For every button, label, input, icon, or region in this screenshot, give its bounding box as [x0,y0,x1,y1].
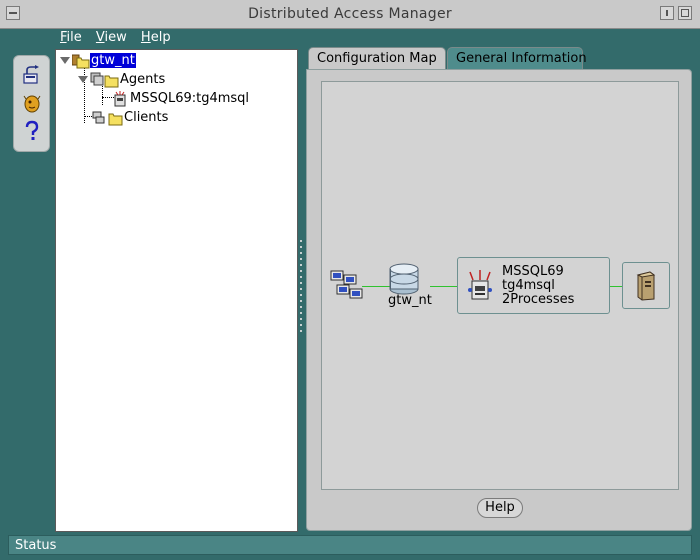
pane-splitter[interactable] [300,240,303,340]
gateway-node-label: gtw_nt [388,293,432,308]
connect-icon[interactable] [21,64,43,86]
agent-node-processes: 2Processes [502,292,575,307]
navigator-tree: gtw_nt Agents MSSQL69:tg4msql Clients [55,49,298,532]
connector-line [609,286,622,287]
agent-node-box[interactable]: MSSQL69 tg4msql 2Processes [457,257,610,314]
maximize-button[interactable] [678,6,692,20]
configuration-map-panel: gtw_nt MSSQL69 tg4msql 2Processes Help [306,69,692,531]
clients-node-icon[interactable] [330,269,364,303]
connector-line [362,286,390,287]
agent-icon [114,90,126,106]
agent-node-sid: tg4msql [502,278,555,293]
agent-node-icon [468,270,492,300]
status-bar: Status [8,535,692,555]
agent-node-name: MSSQL69 [502,264,564,279]
window-title: Distributed Access Manager [248,6,452,22]
tree-node-agents[interactable]: Agents [78,71,165,88]
help-button[interactable]: Help [477,498,523,518]
menu-view[interactable]: View [96,30,127,45]
collapse-toggle-icon[interactable] [60,57,70,64]
tree-node-agent-item[interactable]: MSSQL69:tg4msql [112,90,249,107]
tree-label-gateway: gtw_nt [90,53,136,68]
collapse-toggle-icon[interactable] [78,76,88,83]
agent-wizard-icon[interactable] [21,92,43,114]
agents-folder-icon [90,72,119,87]
tab-configuration-map[interactable]: Configuration Map [308,47,446,70]
configuration-map-canvas: gtw_nt MSSQL69 tg4msql 2Processes [321,81,679,490]
gateway-folder-icon [72,54,90,68]
vertical-toolbar [13,55,50,152]
title-bar: Distributed Access Manager [0,0,700,29]
menu-help[interactable]: Help [141,30,171,45]
menu-file[interactable]: File [60,30,82,45]
tree-label-clients: Clients [124,110,169,125]
server-node-box[interactable] [622,262,670,309]
database-node-icon[interactable] [388,262,420,296]
tree-node-gateway[interactable]: gtw_nt [60,52,136,69]
tab-general-information[interactable]: General Information [447,47,587,69]
tree-label-agent-item: MSSQL69:tg4msql [130,91,250,106]
clients-folder-icon [92,111,123,125]
server-tower-icon [636,271,656,301]
help-question-icon[interactable] [21,120,43,142]
connector-line [430,286,457,287]
tree-connector [102,86,103,105]
tree-label-agents: Agents [120,72,166,87]
menu-bar: File View Help [60,30,181,46]
minimize-button[interactable] [660,6,674,20]
tree-node-clients[interactable]: Clients [92,109,168,126]
